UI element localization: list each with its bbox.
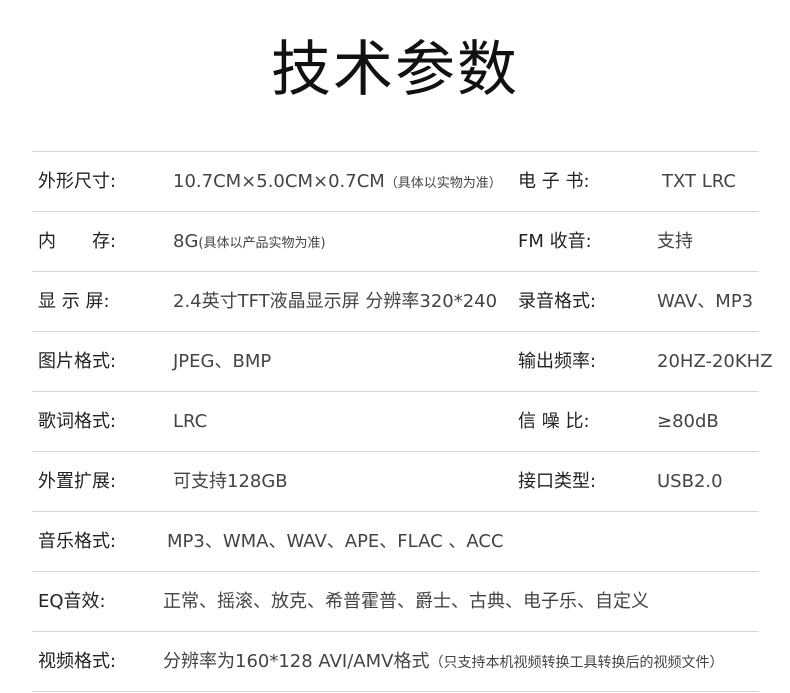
spec-value: JPEG、BMP xyxy=(173,351,272,372)
spec-value: 可支持128GB xyxy=(173,471,288,492)
spec-value: 2.4英寸TFT液晶显示屏 分辨率320*240 xyxy=(173,291,498,312)
spec-value: USB2.0 xyxy=(657,471,723,492)
spec-value: 8G(具体以产品实物为准) xyxy=(173,212,326,271)
spec-value: 正常、摇滚、放克、希普霍普、爵士、古典、电子乐、自定义 xyxy=(163,591,649,612)
spec-label: 歌词格式: xyxy=(38,411,117,432)
spec-note: (具体以产品实物为准) xyxy=(198,236,326,251)
spec-value-text: 8G xyxy=(173,231,199,252)
spec-row-lyrics: 歌词格式: LRC 信 噪 比: ≥80dB xyxy=(32,391,759,451)
spec-label: 输出频率: xyxy=(518,351,597,372)
spec-label: 接口类型: xyxy=(518,471,597,492)
spec-label: 电 子 书: xyxy=(518,171,590,192)
spec-value: LRC xyxy=(173,411,208,432)
spec-row-size: 外形尺寸: 10.7CM×5.0CM×0.7CM（具体以实物为准） 电 子 书:… xyxy=(32,151,759,211)
spec-label: 图片格式: xyxy=(38,351,117,372)
spec-row-image: 图片格式: JPEG、BMP 输出频率: 20HZ-20KHZ xyxy=(32,331,773,391)
spec-label: 外形尺寸: xyxy=(38,171,117,192)
spec-row-eq: EQ音效: 正常、摇滚、放克、希普霍普、爵士、古典、电子乐、自定义 xyxy=(32,571,759,631)
spec-row-screen: 显 示 屏: 2.4英寸TFT液晶显示屏 分辨率320*240 录音格式: WA… xyxy=(32,271,759,331)
spec-label: EQ音效: xyxy=(38,591,106,612)
spec-value: ≥80dB xyxy=(657,411,719,432)
spec-label: 视频格式: xyxy=(38,651,117,672)
spec-value: 支持 xyxy=(657,231,693,252)
spec-value: 20HZ-20KHZ xyxy=(657,351,773,372)
spec-label: 内 存: xyxy=(38,231,117,252)
spec-label: FM 收音: xyxy=(518,231,592,252)
spec-label: 显 示 屏: xyxy=(38,291,110,312)
spec-label: 录音格式: xyxy=(518,291,597,312)
spec-label: 外置扩展: xyxy=(38,471,117,492)
spec-value: 10.7CM×5.0CM×0.7CM（具体以实物为准） xyxy=(173,152,502,211)
page-title: 技术参数 xyxy=(271,35,519,105)
spec-value-text: 分辨率为160*128 AVI/AMV格式 xyxy=(163,651,430,672)
spec-value-text: 10.7CM×5.0CM×0.7CM xyxy=(173,171,385,192)
spec-label: 信 噪 比: xyxy=(518,411,590,432)
spec-note: （只支持本机视频转换工具转换后的视频文件） xyxy=(429,655,724,671)
spec-value: TXT LRC xyxy=(662,171,736,192)
spec-label: 音乐格式: xyxy=(38,531,117,552)
spec-row-music: 音乐格式: MP3、WMA、WAV、APE、FLAC 、ACC xyxy=(32,511,759,571)
spec-table: 外形尺寸: 10.7CM×5.0CM×0.7CM（具体以实物为准） 电 子 书:… xyxy=(32,151,773,692)
spec-row-expansion: 外置扩展: 可支持128GB 接口类型: USB2.0 xyxy=(32,451,759,511)
spec-value: 分辨率为160*128 AVI/AMV格式（只支持本机视频转换工具转换后的视频文… xyxy=(163,632,723,691)
spec-row-memory: 内 存: 8G(具体以产品实物为准) FM 收音: 支持 xyxy=(32,211,759,271)
spec-row-video: 视频格式: 分辨率为160*128 AVI/AMV格式（只支持本机视频转换工具转… xyxy=(32,631,759,692)
spec-value: MP3、WMA、WAV、APE、FLAC 、ACC xyxy=(167,531,504,552)
spec-value: WAV、MP3 xyxy=(657,291,754,312)
spec-note: （具体以实物为准） xyxy=(384,176,502,191)
